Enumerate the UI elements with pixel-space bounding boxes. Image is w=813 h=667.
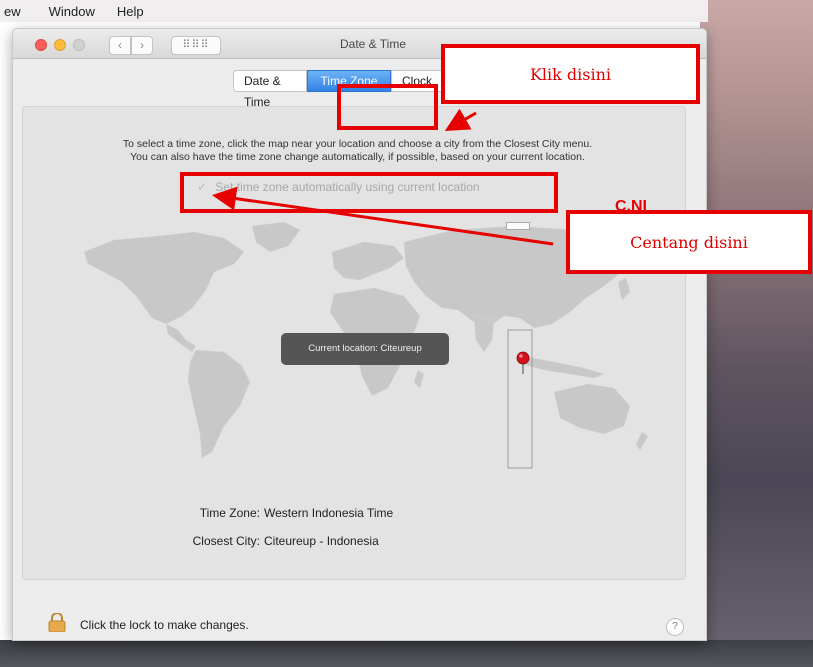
tab-date-time[interactable]: Date & Time <box>233 70 307 109</box>
closest-city-label: Closest City: <box>192 534 260 548</box>
closest-city-select[interactable]: Citeureup - Indonesia <box>264 534 379 548</box>
map-central-america <box>165 323 197 353</box>
forward-button[interactable]: › <box>131 36 153 55</box>
chevron-left-icon: ‹ <box>118 38 122 52</box>
help-button[interactable]: ? <box>666 618 684 636</box>
window-title: Date & Time <box>339 37 407 51</box>
time-zone-value: Western Indonesia Time <box>264 506 394 520</box>
annotation-centang-label: Centang disini <box>630 232 748 252</box>
annotation-centang-disini: Centang disini <box>566 210 812 274</box>
map-south-america <box>187 349 251 459</box>
map-madagascar <box>413 369 425 389</box>
chevron-right-icon: › <box>140 38 144 52</box>
time-zone-label: Time Zone: <box>199 506 260 520</box>
instructions-line-1: To select a time zone, click the map nea… <box>122 138 593 150</box>
lock-instruction: Click the lock to make changes. <box>80 618 249 632</box>
instructions-line-2: You can also have the time zone change a… <box>130 151 585 163</box>
map-new-zealand <box>635 431 649 451</box>
menu-bar: ew Window Help <box>0 0 708 22</box>
map-greenland <box>251 221 301 253</box>
map-india <box>473 315 495 353</box>
lock-icon[interactable] <box>48 613 66 632</box>
annotation-highlight-time-zone-tab <box>337 84 438 130</box>
show-all-button[interactable]: ⠿⠿⠿ <box>171 36 221 55</box>
current-location-tooltip: Current location: Citeureup <box>281 333 449 365</box>
screenshot: ew Window Help ‹ › ⠿⠿⠿ Date & Time Date … <box>0 0 813 667</box>
map-north-america <box>83 231 245 325</box>
annotation-highlight-auto-checkbox <box>180 172 558 213</box>
annotation-klik-disini: Klik disini <box>441 44 700 104</box>
annotation-klik-label: Klik disini <box>529 64 612 84</box>
menu-help[interactable]: Help <box>117 4 144 19</box>
map-australia <box>553 383 631 435</box>
desktop-wallpaper <box>700 0 813 667</box>
menu-view[interactable]: ew <box>4 4 21 19</box>
back-button[interactable]: ‹ <box>109 36 131 55</box>
minimize-window-button[interactable] <box>54 39 66 51</box>
grid-icon: ⠿⠿⠿ <box>182 39 210 51</box>
map-europe <box>331 241 405 281</box>
desktop-dock-area <box>0 640 813 667</box>
menu-window[interactable]: Window <box>49 4 95 19</box>
map-search-field[interactable] <box>506 222 530 230</box>
map-indonesia <box>519 355 605 379</box>
zoom-window-button[interactable] <box>73 39 85 51</box>
close-window-button[interactable] <box>35 39 47 51</box>
instructions-text: To select a time zone, click the map nea… <box>30 138 685 164</box>
time-zone-band <box>507 329 533 469</box>
map-japan <box>617 277 631 301</box>
